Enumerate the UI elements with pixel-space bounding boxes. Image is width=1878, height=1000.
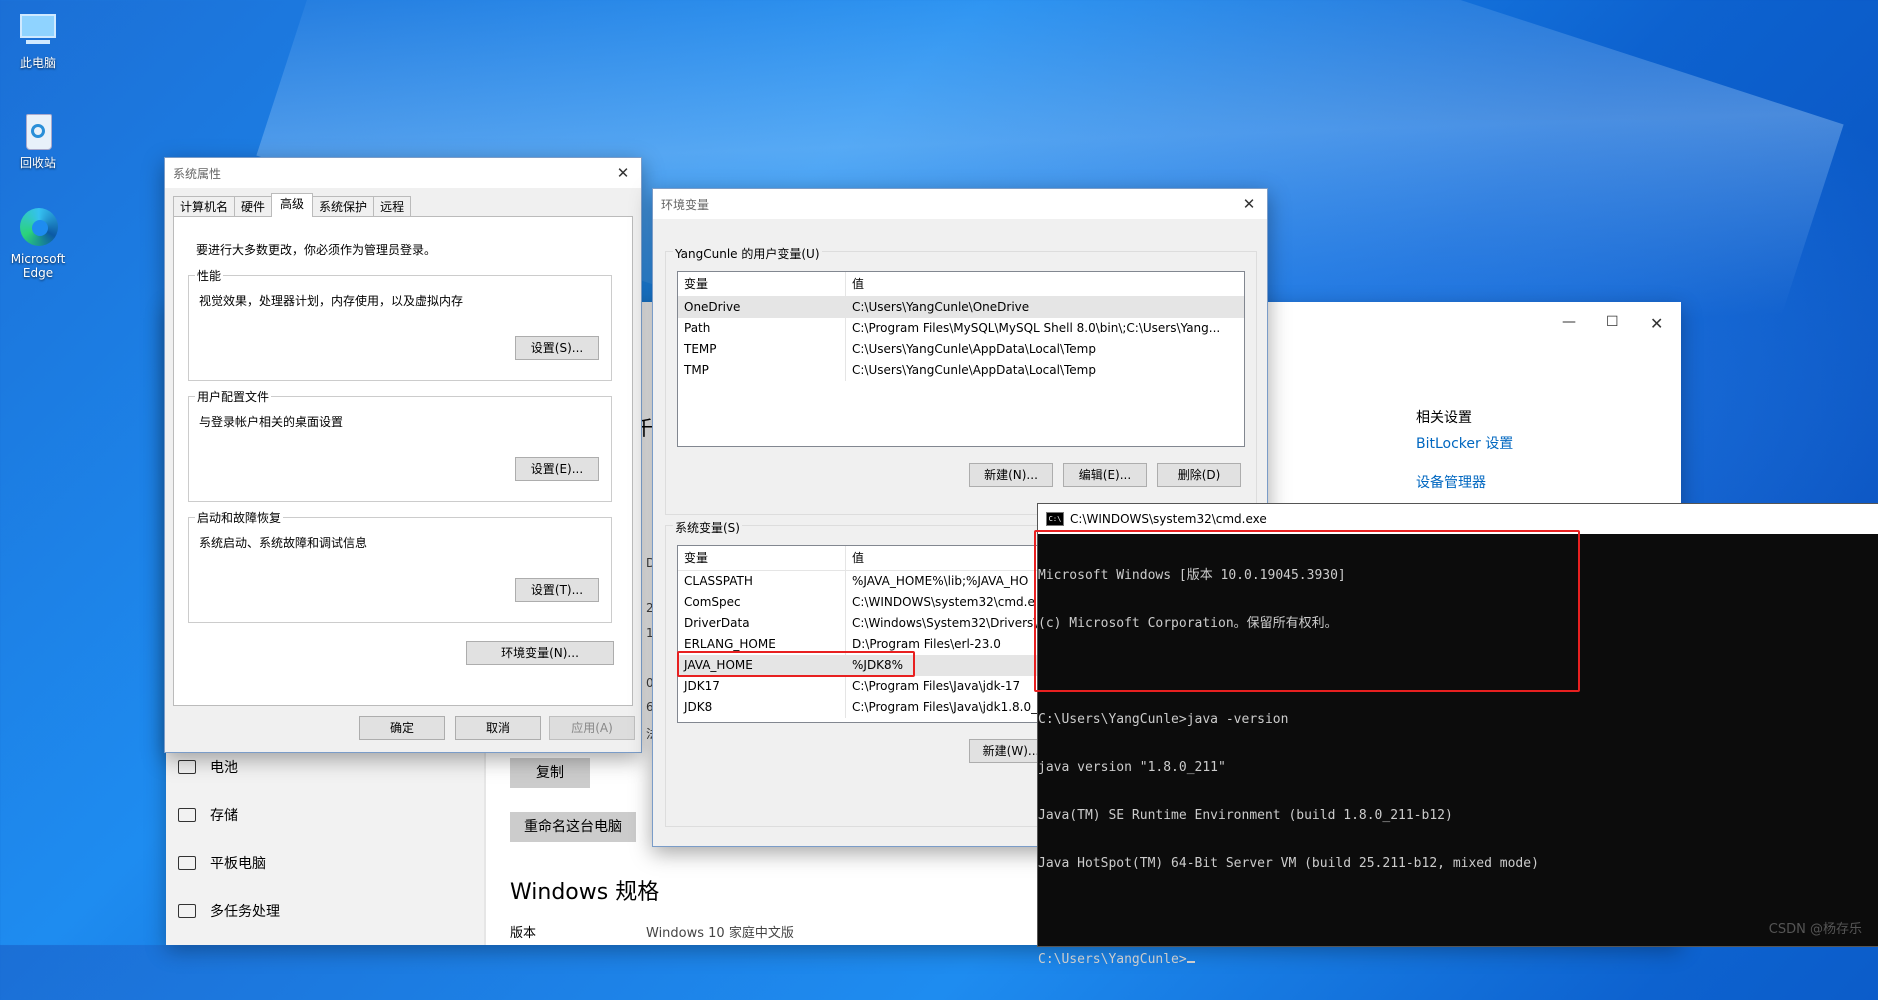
nav-item-tablet[interactable]: 平板电脑 <box>178 848 266 878</box>
recycle-bin-icon <box>18 110 58 150</box>
column-header-variable[interactable]: 变量 <box>678 272 846 296</box>
console-line: Microsoft Windows [版本 10.0.19045.3930] <box>1038 568 1346 583</box>
tab-advanced[interactable]: 高级 <box>271 193 314 217</box>
environment-variables-button[interactable]: 环境变量(N)... <box>466 641 614 665</box>
user-edit-button[interactable]: 编辑(E)... <box>1063 463 1147 487</box>
console-line: C:\Users\YangCunle>java -version <box>1038 712 1289 727</box>
battery-icon <box>178 760 196 774</box>
desktop-icon-edge[interactable]: Microsoft Edge <box>8 208 68 280</box>
related-settings-heading: 相关设置 <box>1416 410 1472 426</box>
text-cursor <box>1186 961 1195 963</box>
tab-hardware[interactable]: 硬件 <box>234 196 273 217</box>
ok-button[interactable]: 确定 <box>359 716 445 740</box>
close-icon[interactable]: ✕ <box>1650 314 1663 333</box>
table-row[interactable]: OneDrive C:\Users\YangCunle\OneDrive <box>678 297 1244 318</box>
console-prompt-line: C:\Users\YangCunle> <box>1038 952 1878 968</box>
console-line: Java(TM) SE Runtime Environment (build 1… <box>1038 808 1453 823</box>
bitlocker-link[interactable]: BitLocker 设置 <box>1416 433 1513 453</box>
tab-system-protection[interactable]: 系统保护 <box>312 196 375 217</box>
user-profiles-settings-button[interactable]: 设置(E)... <box>515 457 599 481</box>
group-title: 启动和故障恢复 <box>195 509 284 526</box>
desktop-icon-this-pc[interactable]: 此电脑 <box>8 10 68 71</box>
user-new-button[interactable]: 新建(N)... <box>969 463 1053 487</box>
watermark: CSDN @杨存乐 <box>1768 922 1862 937</box>
storage-icon <box>178 808 196 822</box>
apply-button[interactable]: 应用(A) <box>549 716 635 740</box>
titlebar: 系统属性 ✕ <box>165 158 641 188</box>
admin-note: 要进行大多数更改，你必须作为管理员登录。 <box>196 243 437 257</box>
table-row[interactable]: TEMP C:\Users\YangCunle\AppData\Local\Tem… <box>678 339 1244 360</box>
titlebar: C:\ C:\WINDOWS\system32\cmd.exe <box>1038 504 1878 534</box>
startup-recovery-settings-button[interactable]: 设置(T)... <box>515 578 599 602</box>
performance-settings-button[interactable]: 设置(S)... <box>515 336 599 360</box>
rename-pc-button[interactable]: 重命名这台电脑 <box>510 812 636 842</box>
edition-label: 版本 <box>510 926 537 941</box>
advanced-tab-panel: 要进行大多数更改，你必须作为管理员登录。 性能 视觉效果，处理器计划，内存使用，… <box>173 216 633 706</box>
edge-icon <box>18 208 58 248</box>
desktop-icon-label: 回收站 <box>19 156 56 170</box>
group-title: 用户配置文件 <box>195 388 272 405</box>
minimize-icon[interactable]: — <box>1562 314 1576 330</box>
titlebar: 环境变量 ✕ <box>653 189 1267 219</box>
cmd-window: C:\ C:\WINDOWS\system32\cmd.exe Microsof… <box>1037 503 1878 967</box>
nav-item-multitasking[interactable]: 多任务处理 <box>178 896 280 926</box>
group-description: 系统启动、系统故障和调试信息 <box>199 536 368 550</box>
user-variables-label: YangCunle 的用户变量(U) <box>673 245 822 262</box>
nav-item-storage[interactable]: 存储 <box>178 800 238 830</box>
device-manager-link[interactable]: 设备管理器 <box>1416 472 1486 492</box>
console-output[interactable]: Microsoft Windows [版本 10.0.19045.3930] (… <box>1038 534 1878 1000</box>
system-properties-dialog: 系统属性 ✕ 计算机名 硬件 高级 系统保护 远程 要进行大多数更改，你必须作为… <box>164 157 642 753</box>
list-header: 变量 值 <box>678 272 1244 297</box>
tab-remote[interactable]: 远程 <box>373 196 412 217</box>
tab-strip: 计算机名 硬件 高级 系统保护 远程 <box>173 193 412 217</box>
user-delete-button[interactable]: 删除(D) <box>1157 463 1241 487</box>
maximize-icon[interactable]: ☐ <box>1606 314 1619 330</box>
close-icon[interactable]: ✕ <box>613 163 633 183</box>
startup-recovery-group: 启动和故障恢复 系统启动、系统故障和调试信息 设置(T)... <box>188 509 612 623</box>
performance-group: 性能 视觉效果，处理器计划，内存使用，以及虚拟内存 设置(S)... <box>188 267 612 381</box>
console-line: Java HotSpot(TM) 64-Bit Server VM (build… <box>1038 856 1539 871</box>
multitasking-icon <box>178 904 196 918</box>
cmd-title: C:\WINDOWS\system32\cmd.exe <box>1070 512 1267 526</box>
desktop-icon-recycle-bin[interactable]: 回收站 <box>8 110 68 171</box>
console-line: java version "1.8.0_211" <box>1038 760 1226 775</box>
table-row[interactable]: Path C:\Program Files\MySQL\MySQL Shell 8… <box>678 318 1244 339</box>
system-variables-label: 系统变量(S) <box>673 519 742 536</box>
group-description: 与登录帐户相关的桌面设置 <box>199 415 344 429</box>
column-header-variable[interactable]: 变量 <box>678 546 846 570</box>
computer-icon <box>18 10 58 50</box>
console-prompt: C:\Users\YangCunle> <box>1038 952 1187 967</box>
user-variables-list[interactable]: 变量 值 OneDrive C:\Users\YangCunle\OneDrive… <box>677 271 1245 447</box>
windows-spec-heading: Windows 规格 <box>510 880 660 905</box>
desktop-icon-label: 此电脑 <box>19 56 56 70</box>
table-row[interactable]: TMP C:\Users\YangCunle\AppData\Local\Temp <box>678 360 1244 381</box>
cancel-button[interactable]: 取消 <box>455 716 541 740</box>
nav-item-battery[interactable]: 电池 <box>178 752 238 782</box>
edition-value: Windows 10 家庭中文版 <box>646 926 794 941</box>
copy-button[interactable]: 复制 <box>510 758 590 788</box>
desktop-icon-label: Microsoft Edge <box>10 252 66 280</box>
dialog-title: 环境变量 <box>661 197 710 212</box>
tab-computer-name[interactable]: 计算机名 <box>173 196 236 217</box>
dialog-title: 系统属性 <box>173 166 222 181</box>
group-description: 视觉效果，处理器计划，内存使用，以及虚拟内存 <box>199 294 464 308</box>
column-header-value[interactable]: 值 <box>846 272 1244 296</box>
tablet-icon <box>178 856 196 870</box>
group-title: 性能 <box>195 267 224 284</box>
close-icon[interactable]: ✕ <box>1239 194 1259 214</box>
user-profiles-group: 用户配置文件 与登录帐户相关的桌面设置 设置(E)... <box>188 388 612 502</box>
console-line: (c) Microsoft Corporation。保留所有权利。 <box>1038 616 1338 631</box>
cmd-icon: C:\ <box>1046 512 1064 526</box>
